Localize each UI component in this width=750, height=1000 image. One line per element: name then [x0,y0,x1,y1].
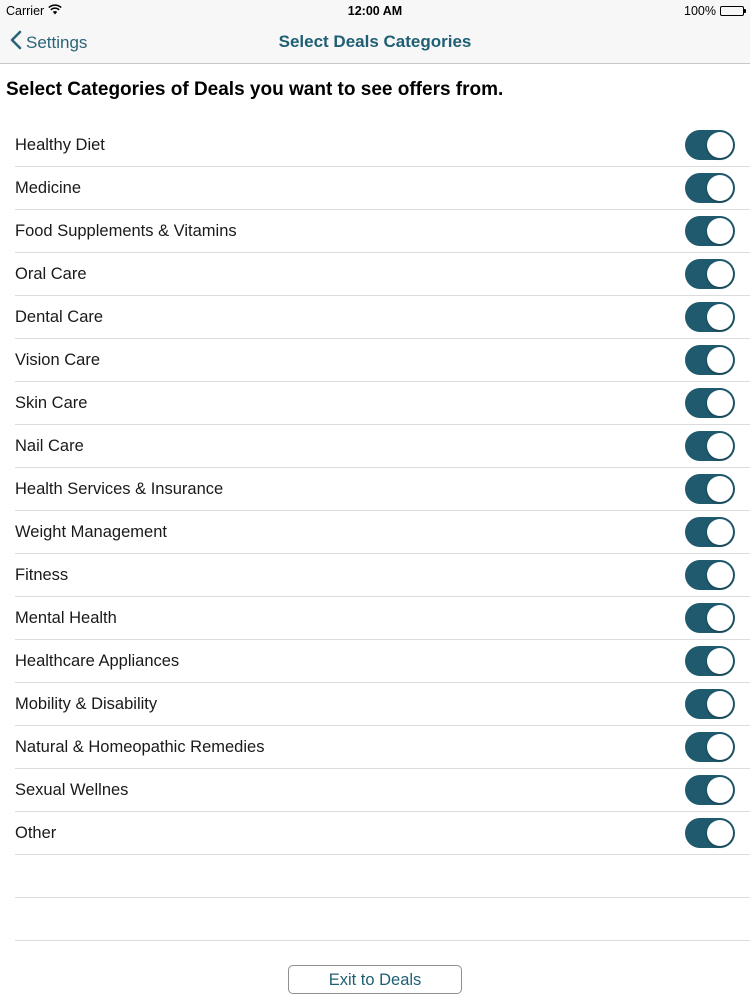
nav-bar: Settings Select Deals Categories [0,22,750,64]
screen: Carrier 12:00 AM 100% Settings Select De… [0,0,750,1000]
category-label: Other [15,824,57,842]
category-row: Nail Care [0,425,750,468]
toggle-knob [707,261,733,287]
category-toggle[interactable] [685,388,735,418]
category-label: Healthy Diet [15,136,105,154]
category-toggle[interactable] [685,732,735,762]
category-row: Healthy Diet [0,124,750,167]
category-toggle[interactable] [685,216,735,246]
category-label: Oral Care [15,265,87,283]
category-toggle[interactable] [685,431,735,461]
toggle-knob [707,605,733,631]
category-row: Health Services & Insurance [0,468,750,511]
category-toggle[interactable] [685,646,735,676]
category-label: Mobility & Disability [15,695,158,713]
category-toggle[interactable] [685,130,735,160]
battery-percent: 100% [684,4,716,18]
category-row: Mobility & Disability [0,683,750,726]
category-row: Weight Management [0,511,750,554]
category-label: Fitness [15,566,69,584]
category-row: Healthcare Appliances [0,640,750,683]
category-row: Skin Care [0,382,750,425]
toggle-knob [707,777,733,803]
category-toggle[interactable] [685,173,735,203]
category-label: Dental Care [15,308,104,326]
category-label: Natural & Homeopathic Remedies [15,738,265,756]
battery-icon [720,6,746,16]
category-row: Oral Care [0,253,750,296]
toggle-knob [707,476,733,502]
category-row: Mental Health [0,597,750,640]
category-label: Sexual Wellnes [15,781,129,799]
category-list: Healthy Diet Medicine Food Supplements & V… [0,124,750,941]
toggle-knob [707,734,733,760]
category-label: Weight Management [15,523,167,541]
toggle-knob [707,648,733,674]
category-toggle[interactable] [685,775,735,805]
row-separator [15,940,750,941]
empty-row [0,855,750,898]
toggle-knob [707,691,733,717]
category-toggle[interactable] [685,689,735,719]
toggle-knob [707,390,733,416]
category-row: Natural & Homeopathic Remedies [0,726,750,769]
status-bar: Carrier 12:00 AM 100% [0,0,750,22]
category-toggle[interactable] [685,560,735,590]
exit-to-deals-button[interactable]: Exit to Deals [288,965,462,994]
category-row: Medicine [0,167,750,210]
nav-title: Select Deals Categories [278,32,472,51]
toggle-knob [707,347,733,373]
toggle-knob [707,304,733,330]
category-toggle[interactable] [685,259,735,289]
toggle-knob [707,218,733,244]
toggle-knob [707,519,733,545]
category-label: Health Services & Insurance [15,480,224,498]
category-row: Dental Care [0,296,750,339]
category-label: Nail Care [15,437,84,455]
category-toggle[interactable] [685,818,735,848]
category-label: Vision Care [15,351,100,369]
toggle-knob [707,132,733,158]
category-label: Skin Care [15,394,88,412]
category-toggle[interactable] [685,603,735,633]
status-right: 100% [684,4,746,18]
toggle-knob [707,820,733,846]
category-row: Vision Care [0,339,750,382]
category-label: Food Supplements & Vitamins [15,222,237,240]
toggle-knob [707,433,733,459]
category-toggle[interactable] [685,345,735,375]
category-row: Sexual Wellnes [0,769,750,812]
category-row: Other [0,812,750,855]
category-toggle[interactable] [685,517,735,547]
category-toggle[interactable] [685,302,735,332]
category-row: Food Supplements & Vitamins [0,210,750,253]
category-label: Mental Health [15,609,117,627]
toggle-knob [707,562,733,588]
toggle-knob [707,175,733,201]
empty-row [0,898,750,941]
category-label: Healthcare Appliances [15,652,180,670]
category-toggle[interactable] [685,474,735,504]
category-label: Medicine [15,179,82,197]
page-heading: Select Categories of Deals you want to s… [6,79,504,100]
status-time: 12:00 AM [347,4,403,18]
category-row: Fitness [0,554,750,597]
